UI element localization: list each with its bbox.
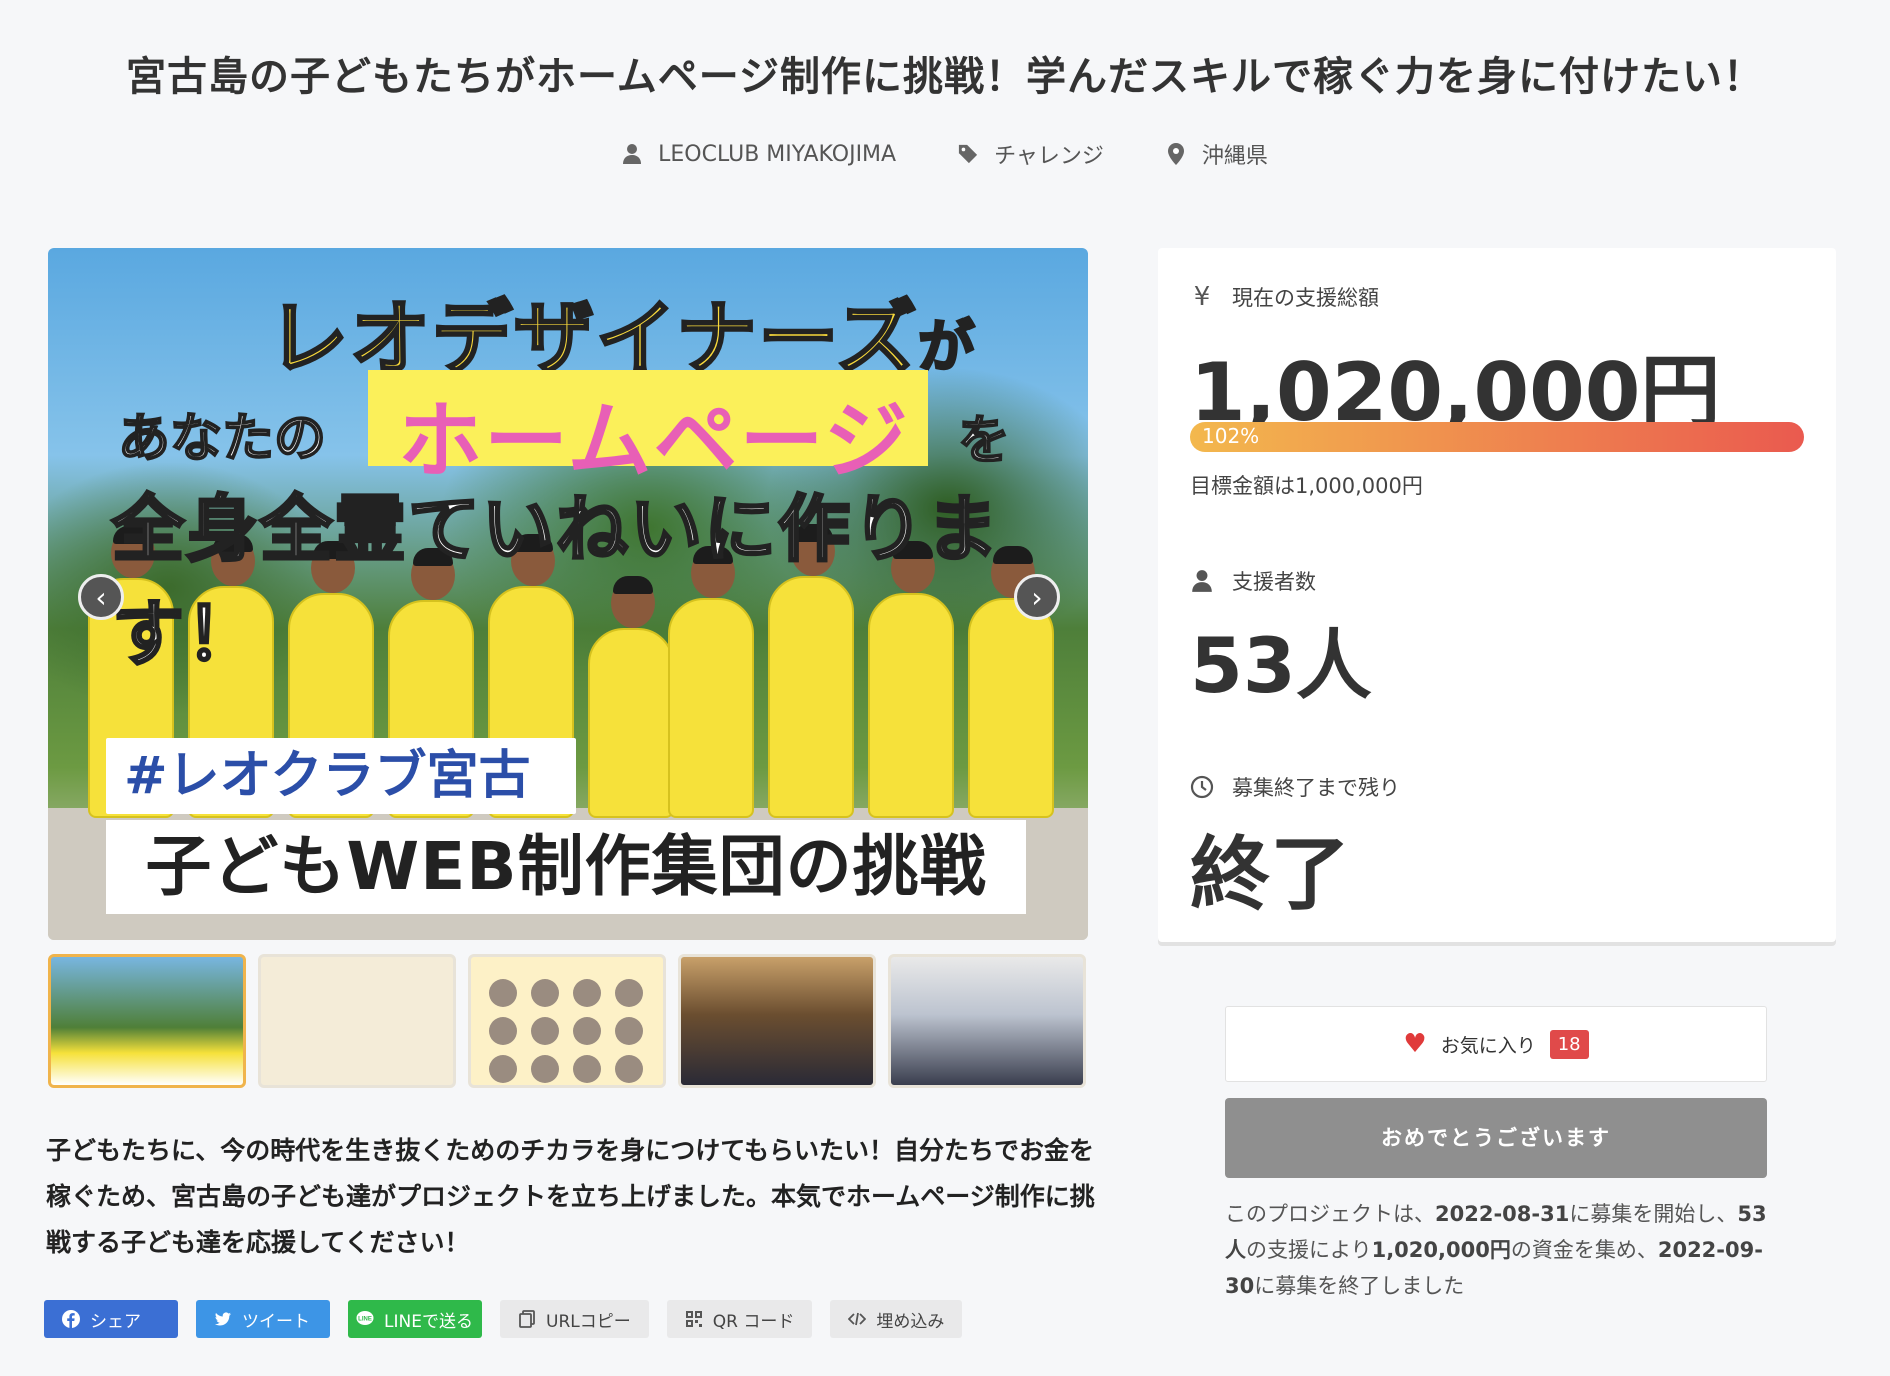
embed-label: 埋め込み	[876, 1311, 945, 1332]
total-amount-label: ¥ 現在の支援総額	[1190, 282, 1379, 312]
notice-text-5: に募集を終了しました	[1254, 1274, 1465, 1298]
twitter-icon	[215, 1312, 231, 1326]
qr-code-icon	[685, 1311, 702, 1327]
share-buttons: シェア ツイート LINE LINEで送る URLコピー QR コード 埋め込み	[44, 1300, 963, 1338]
backers-label: 支援者数	[1190, 566, 1316, 596]
meta-category[interactable]: チャレンジ	[958, 138, 1104, 170]
backers-label-text: 支援者数	[1232, 570, 1316, 594]
url-copy-button[interactable]: URLコピー	[500, 1300, 649, 1338]
project-meta: LEOCLUB MIYAKOJIMA チャレンジ 沖縄県	[0, 138, 1890, 170]
favorite-button[interactable]: ♥ お気に入り 18	[1225, 1006, 1767, 1082]
line-share-button[interactable]: LINE LINEで送る	[348, 1300, 482, 1338]
qr-code-label: QR コード	[712, 1311, 795, 1332]
map-pin-icon	[1167, 143, 1184, 165]
facebook-icon	[62, 1310, 80, 1328]
twitter-share-label: ツイート	[242, 1311, 310, 1332]
favorite-label: お気に入り	[1440, 1034, 1536, 1057]
user-icon	[623, 144, 642, 164]
project-page: 宮古島の子どもたちがホームページ制作に挑戦！学んだスキルで稼ぐ力を身に付けたい！…	[0, 0, 1890, 1376]
tag-icon	[959, 144, 978, 164]
chevron-left-icon: ‹	[95, 580, 107, 614]
notice-amount: 1,020,000円	[1371, 1238, 1511, 1262]
funding-progress-bar: 102%	[1190, 422, 1804, 452]
hero-image[interactable]: レオデザイナーズが あなたの ホームページ を 全身全霊ていねいに作ります！ #…	[48, 248, 1088, 940]
facebook-share-label: シェア	[90, 1311, 141, 1332]
notice-text-1: このプロジェクトは、	[1225, 1202, 1435, 1226]
notice-start-date: 2022-08-31	[1435, 1202, 1570, 1226]
meta-owner[interactable]: LEOCLUB MIYAKOJIMA	[622, 138, 896, 170]
thumbnail-4[interactable]	[678, 954, 876, 1088]
hero-hashtag: #レオクラブ宮古島	[106, 738, 576, 882]
yen-icon: ¥	[1193, 282, 1211, 312]
line-share-label: LINEで送る	[384, 1311, 473, 1332]
goal-amount: 目標金額は1,000,000円	[1190, 474, 1423, 498]
svg-text:LINE: LINE	[358, 1317, 372, 1323]
favorite-count-badge: 18	[1549, 1029, 1589, 1059]
thumbnail-5[interactable]	[888, 954, 1086, 1088]
code-icon	[848, 1312, 867, 1326]
progress-percent: 102%	[1202, 424, 1260, 448]
embed-button[interactable]: 埋め込み	[830, 1300, 963, 1338]
notice-text-2: に募集を開始し、	[1569, 1202, 1738, 1226]
location-name: 沖縄県	[1201, 144, 1268, 169]
thumbnail-2[interactable]	[258, 954, 456, 1088]
heart-icon: ♥	[1403, 1029, 1427, 1059]
remaining-value: 終了	[1190, 828, 1350, 921]
url-copy-label: URLコピー	[546, 1311, 631, 1332]
page-title: 宮古島の子どもたちがホームページ制作に挑戦！学んだスキルで稼ぐ力を身に付けたい！	[126, 54, 1764, 100]
notice-text-3: の支援により	[1246, 1238, 1372, 1262]
qr-code-button[interactable]: QR コード	[666, 1300, 813, 1338]
project-summary-notice: このプロジェクトは、2022-08-31に募集を開始し、53人の支援により1,0…	[1225, 1196, 1770, 1304]
hero-line2-prefix: あなたの	[117, 408, 327, 470]
total-amount-label-text: 現在の支援総額	[1232, 286, 1379, 310]
remaining-label: 募集終了まで残り	[1190, 772, 1400, 802]
slider-prev-button[interactable]: ‹	[78, 574, 124, 620]
member-portraits	[489, 979, 643, 1083]
remaining-label-text: 募集終了まで残り	[1232, 776, 1400, 800]
facebook-share-button[interactable]: シェア	[44, 1300, 178, 1338]
user-icon	[1192, 570, 1212, 592]
thumbnail-strip	[48, 954, 1086, 1088]
hero-band: 子どもWEB制作集団の挑戦	[106, 820, 1026, 914]
backers-value: 53人	[1190, 621, 1372, 710]
chevron-right-icon: ›	[1031, 580, 1043, 614]
category-name: チャレンジ	[994, 144, 1104, 169]
thumbnail-1[interactable]	[48, 954, 246, 1088]
hero-line3: 全身全霊ていねいに作ります！	[111, 486, 1001, 678]
project-description: 子どもたちに、今の時代を生き抜くためのチカラを身につけてもらいたい！自分たちでお…	[46, 1136, 1095, 1257]
meta-location[interactable]: 沖縄県	[1166, 138, 1268, 170]
copy-icon	[519, 1310, 535, 1328]
hero-line2-suffix: を	[957, 410, 1011, 472]
slider-next-button[interactable]: ›	[1014, 574, 1060, 620]
notice-text-4: の資金を集め、	[1510, 1238, 1658, 1262]
funding-stats-card: ¥ 現在の支援総額 1,020,000円 102% 目標金額は1,000,000…	[1158, 248, 1836, 942]
clock-icon	[1190, 775, 1214, 799]
thumbnail-3[interactable]	[468, 954, 666, 1088]
finished-status-button[interactable]: おめでとうございます	[1225, 1098, 1767, 1178]
owner-name: LEOCLUB MIYAKOJIMA	[658, 141, 897, 167]
twitter-share-button[interactable]: ツイート	[196, 1300, 330, 1338]
line-icon: LINE	[356, 1311, 374, 1325]
